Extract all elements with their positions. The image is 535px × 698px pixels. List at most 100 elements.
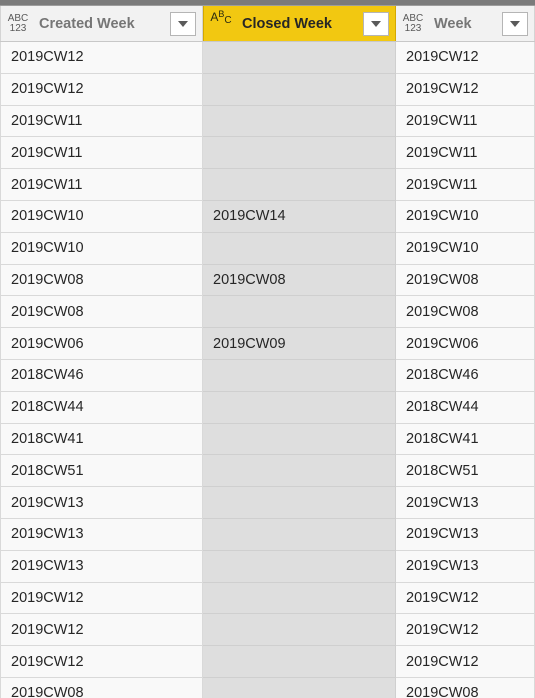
table-row[interactable]: 2018CW46 2018CW46 <box>0 359 535 392</box>
table-row[interactable]: 2019CW11 2019CW11 <box>0 105 535 138</box>
table-cell[interactable]: 2019CW12 <box>0 582 203 615</box>
table-cell[interactable]: 2019CW11 <box>0 169 203 201</box>
table-cell[interactable]: 2018CW46 <box>0 359 203 392</box>
table-cell[interactable]: 2019CW12 <box>396 614 535 647</box>
table-row[interactable]: 2018CW51 2018CW51 <box>0 455 535 488</box>
table-cell[interactable]: 2019CW09 <box>203 328 396 360</box>
table-cell[interactable]: 2019CW13 <box>0 550 203 583</box>
table-cell[interactable] <box>203 677 396 698</box>
table-cell[interactable] <box>203 42 396 74</box>
table-cell[interactable]: 2018CW51 <box>396 455 535 488</box>
any-type-icon[interactable]: ABC 123 <box>5 11 31 37</box>
table-cell[interactable]: 2019CW12 <box>0 73 203 106</box>
table-cell[interactable]: 2018CW44 <box>0 391 203 424</box>
table-row[interactable]: 2019CW06 2019CW09 2019CW06 <box>0 328 535 360</box>
table-cell[interactable]: 2019CW12 <box>396 582 535 615</box>
data-grid-body[interactable]: 2019CW12 2019CW12 2019CW12 2019CW12 2019CW11… <box>0 42 535 698</box>
column-header-week[interactable]: ABC 123 Week <box>396 6 535 42</box>
chevron-down-icon <box>178 21 188 27</box>
table-cell[interactable]: 2019CW13 <box>396 550 535 583</box>
table-cell[interactable]: 2018CW44 <box>396 391 535 424</box>
column-header-created-week[interactable]: ABC 123 Created Week <box>0 6 203 42</box>
table-cell[interactable]: 2019CW13 <box>396 487 535 519</box>
table-cell[interactable]: 2019CW12 <box>0 614 203 647</box>
table-row[interactable]: 2019CW08 2019CW08 <box>0 677 535 698</box>
column-filter-button[interactable] <box>170 12 196 36</box>
table-cell[interactable] <box>203 518 396 551</box>
table-cell[interactable]: 2019CW11 <box>396 137 535 170</box>
text-type-icon[interactable]: ABC <box>208 10 234 37</box>
table-cell[interactable] <box>203 73 396 106</box>
column-header-label: Week <box>434 16 472 32</box>
table-cell[interactable] <box>203 423 396 456</box>
table-row[interactable]: 2019CW13 2019CW13 <box>0 487 535 519</box>
table-row[interactable]: 2019CW12 2019CW12 <box>0 582 535 615</box>
table-cell[interactable]: 2019CW12 <box>0 646 203 678</box>
table-row[interactable]: 2019CW13 2019CW13 <box>0 518 535 551</box>
table-cell[interactable] <box>203 105 396 138</box>
table-cell[interactable]: 2019CW08 <box>0 296 203 329</box>
table-row[interactable]: 2019CW08 2019CW08 2019CW08 <box>0 264 535 297</box>
table-cell[interactable]: 2019CW08 <box>0 264 203 297</box>
table-row[interactable]: 2019CW08 2019CW08 <box>0 296 535 329</box>
table-cell[interactable]: 2019CW12 <box>396 73 535 106</box>
any-type-icon-line2: 123 <box>404 23 422 34</box>
table-cell[interactable] <box>203 232 396 265</box>
table-cell[interactable] <box>203 550 396 583</box>
table-cell[interactable]: 2019CW13 <box>0 518 203 551</box>
table-cell[interactable] <box>203 359 396 392</box>
table-cell[interactable]: 2019CW11 <box>396 105 535 138</box>
table-cell[interactable]: 2019CW08 <box>396 296 535 329</box>
table-row[interactable]: 2019CW12 2019CW12 <box>0 73 535 106</box>
table-row[interactable]: 2019CW11 2019CW11 <box>0 169 535 201</box>
table-row[interactable]: 2019CW12 2019CW12 <box>0 646 535 678</box>
table-cell[interactable]: 2019CW13 <box>0 487 203 519</box>
table-cell[interactable]: 2019CW12 <box>396 646 535 678</box>
column-header-label: Closed Week <box>242 16 332 32</box>
column-filter-button[interactable] <box>502 12 528 36</box>
column-header-closed-week[interactable]: A B C Closed Week <box>203 6 396 42</box>
table-cell[interactable] <box>203 137 396 170</box>
table-cell[interactable] <box>203 582 396 615</box>
table-cell[interactable]: 2019CW11 <box>396 169 535 201</box>
any-type-icon-line2: 123 <box>9 23 27 34</box>
table-cell[interactable]: 2019CW10 <box>396 232 535 265</box>
table-cell[interactable] <box>203 646 396 678</box>
table-cell[interactable] <box>203 487 396 519</box>
table-cell[interactable]: 2019CW11 <box>0 137 203 170</box>
table-cell[interactable]: 2019CW08 <box>396 677 535 698</box>
table-row[interactable]: 2018CW41 2018CW41 <box>0 423 535 456</box>
table-cell[interactable]: 2019CW08 <box>0 677 203 698</box>
chevron-down-icon <box>510 21 520 27</box>
column-filter-button[interactable] <box>363 12 389 36</box>
table-row[interactable]: 2019CW12 2019CW12 <box>0 42 535 74</box>
table-row[interactable]: 2019CW13 2019CW13 <box>0 550 535 583</box>
table-cell[interactable] <box>203 169 396 201</box>
table-cell[interactable]: 2019CW08 <box>203 264 396 297</box>
table-cell[interactable] <box>203 455 396 488</box>
table-cell[interactable]: 2019CW06 <box>0 328 203 360</box>
table-cell[interactable]: 2019CW10 <box>0 232 203 265</box>
table-cell[interactable]: 2019CW08 <box>396 264 535 297</box>
table-cell[interactable]: 2019CW10 <box>0 200 203 233</box>
any-type-icon[interactable]: ABC 123 <box>400 11 426 37</box>
table-cell[interactable]: 2019CW14 <box>203 200 396 233</box>
table-cell[interactable]: 2019CW11 <box>0 105 203 138</box>
table-row[interactable]: 2019CW12 2019CW12 <box>0 614 535 647</box>
table-cell[interactable]: 2018CW41 <box>396 423 535 456</box>
table-cell[interactable] <box>203 614 396 647</box>
table-cell[interactable]: 2018CW46 <box>396 359 535 392</box>
table-cell[interactable] <box>203 296 396 329</box>
table-row[interactable]: 2018CW44 2018CW44 <box>0 391 535 424</box>
table-cell[interactable]: 2018CW41 <box>0 423 203 456</box>
table-row[interactable]: 2019CW11 2019CW11 <box>0 137 535 170</box>
table-cell[interactable]: 2019CW06 <box>396 328 535 360</box>
table-cell[interactable]: 2019CW13 <box>396 518 535 551</box>
table-row[interactable]: 2019CW10 2019CW10 <box>0 232 535 265</box>
table-cell[interactable]: 2018CW51 <box>0 455 203 488</box>
table-cell[interactable] <box>203 391 396 424</box>
table-cell[interactable]: 2019CW12 <box>396 42 535 74</box>
table-row[interactable]: 2019CW10 2019CW14 2019CW10 <box>0 200 535 233</box>
table-cell[interactable]: 2019CW12 <box>0 42 203 74</box>
table-cell[interactable]: 2019CW10 <box>396 200 535 233</box>
